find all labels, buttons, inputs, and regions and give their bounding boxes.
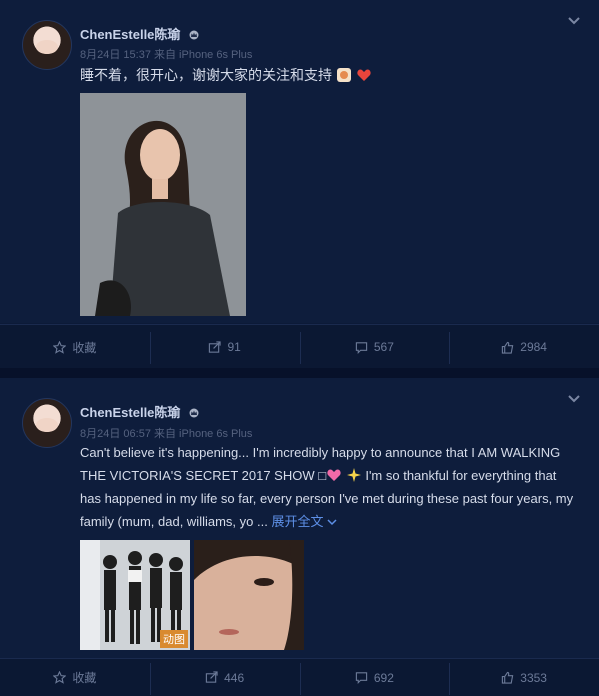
username[interactable]: ChenEstelle陈瑜 — [80, 24, 200, 43]
sparkling-heart-icon — [327, 469, 341, 481]
post-photo[interactable] — [194, 540, 304, 650]
post-2-actions: 收藏 446 692 3353 — [0, 658, 599, 696]
verified-crown-icon — [189, 408, 199, 418]
chevron-down-icon — [327, 519, 337, 526]
weibo-post-1: ChenEstelle陈瑜 8月24日 15:37 来自 iPhone 6s P… — [0, 0, 599, 323]
selfie-image — [194, 540, 304, 650]
comment-button[interactable]: 567 — [299, 332, 450, 364]
username[interactable]: ChenEstelle陈瑜 — [80, 402, 200, 421]
star-icon — [53, 671, 67, 684]
verified-crown-icon — [189, 30, 199, 40]
expand-full-text-link[interactable]: 展开全文 — [271, 514, 337, 529]
thumbs-up-icon — [502, 671, 514, 684]
sparkles-icon — [346, 468, 361, 482]
heart-icon — [357, 69, 371, 81]
repost-icon — [209, 340, 222, 353]
post-1-actions: 收藏 91 567 2984 — [0, 324, 599, 369]
post-separator — [0, 368, 599, 378]
post-text: Can't believe it's happening... I'm incr… — [80, 445, 574, 529]
thumbs-up-icon — [502, 341, 514, 354]
portrait-image — [80, 93, 246, 316]
like-button[interactable]: 3353 — [449, 662, 599, 695]
sticker-icon — [336, 68, 351, 82]
avatar[interactable] — [22, 398, 72, 448]
post-meta: 8月24日 06:57 来自 iPhone 6s Plus — [80, 428, 253, 440]
repost-button[interactable]: 91 — [149, 332, 300, 364]
comment-icon — [355, 341, 368, 354]
chevron-down-icon[interactable] — [567, 394, 581, 404]
star-icon — [53, 340, 67, 354]
favorite-button[interactable]: 收藏 — [0, 339, 150, 356]
repost-icon — [205, 671, 218, 683]
post-meta: 8月24日 15:37 来自 iPhone 6s Plus — [80, 49, 253, 61]
post-text: 睡不着，很开心，谢谢大家的关注和支持 — [80, 65, 372, 85]
comment-icon — [355, 672, 368, 684]
gif-badge: 动图 — [160, 630, 188, 648]
chevron-down-icon[interactable] — [567, 16, 581, 26]
post-gif-thumbnail[interactable]: 动图 — [80, 540, 190, 650]
post-photo[interactable] — [80, 93, 246, 316]
comment-button[interactable]: 692 — [299, 662, 450, 695]
avatar[interactable] — [22, 20, 72, 70]
like-button[interactable]: 2984 — [449, 332, 599, 364]
favorite-button[interactable]: 收藏 — [0, 669, 150, 686]
repost-button[interactable]: 446 — [149, 662, 300, 695]
